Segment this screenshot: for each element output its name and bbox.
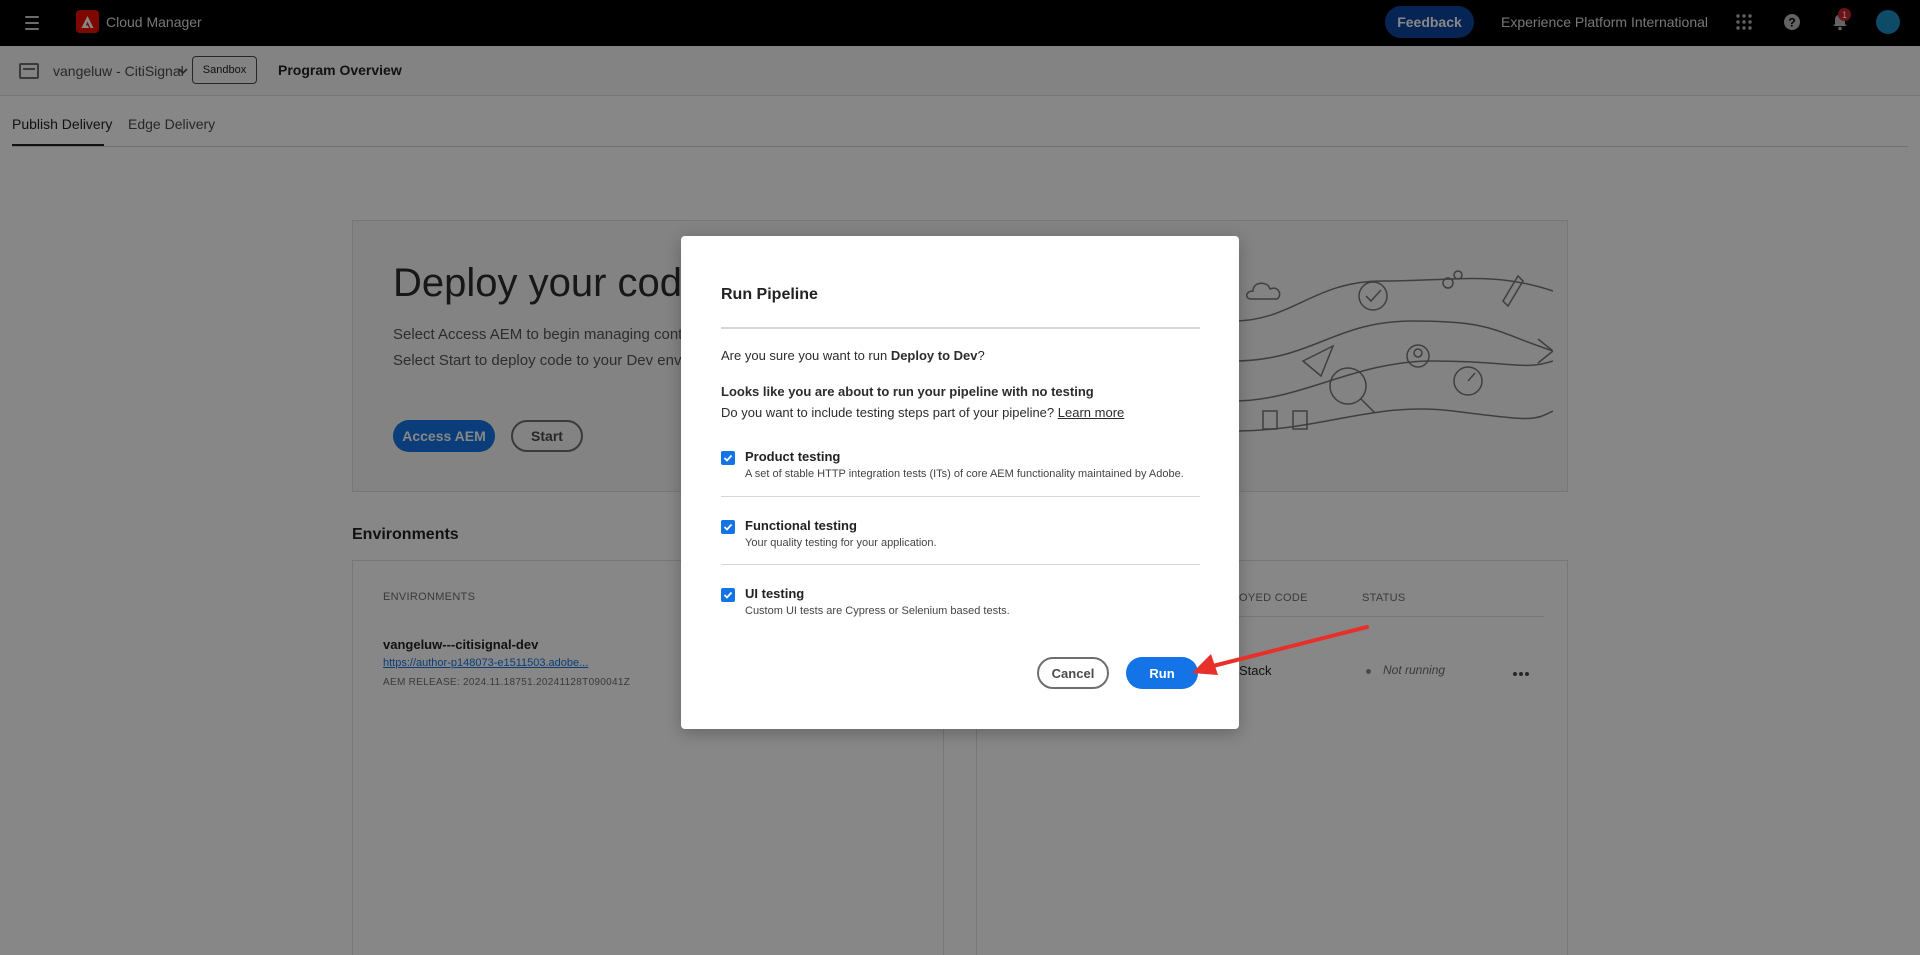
learn-more-link[interactable]: Learn more: [1058, 405, 1124, 420]
ui-testing-checkbox[interactable]: [721, 588, 735, 602]
functional-testing-description: Your quality testing for your applicatio…: [745, 537, 937, 549]
cancel-button[interactable]: Cancel: [1037, 657, 1109, 689]
run-pipeline-dialog: Run Pipeline Are you sure you want to ru…: [681, 236, 1239, 729]
no-testing-warning: Looks like you are about to run your pip…: [721, 384, 1094, 399]
ui-testing-label: UI testing: [745, 586, 805, 601]
dialog-title-divider: [721, 327, 1200, 329]
annotation-arrow: [1192, 625, 1369, 675]
include-testing-question: Do you want to include testing steps par…: [721, 405, 1125, 420]
option-divider: [721, 496, 1200, 497]
dialog-title: Run Pipeline: [721, 286, 818, 303]
product-testing-option[interactable]: Product testing A set of stable HTTP int…: [721, 446, 1200, 502]
pipeline-name: Deploy to Dev: [890, 348, 978, 363]
product-testing-label: Product testing: [745, 449, 841, 464]
functional-testing-checkbox[interactable]: [721, 520, 735, 534]
product-testing-description: A set of stable HTTP integration tests (…: [745, 468, 1184, 480]
product-testing-checkbox[interactable]: [721, 451, 735, 465]
functional-testing-option[interactable]: Functional testing Your quality testing …: [721, 515, 1200, 571]
option-divider: [721, 564, 1200, 565]
confirm-message: Are you sure you want to run Deploy to D…: [721, 348, 985, 363]
ui-testing-option[interactable]: UI testing Custom UI tests are Cypress o…: [721, 583, 1200, 639]
ui-testing-description: Custom UI tests are Cypress or Selenium …: [745, 605, 1010, 617]
functional-testing-label: Functional testing: [745, 518, 857, 533]
